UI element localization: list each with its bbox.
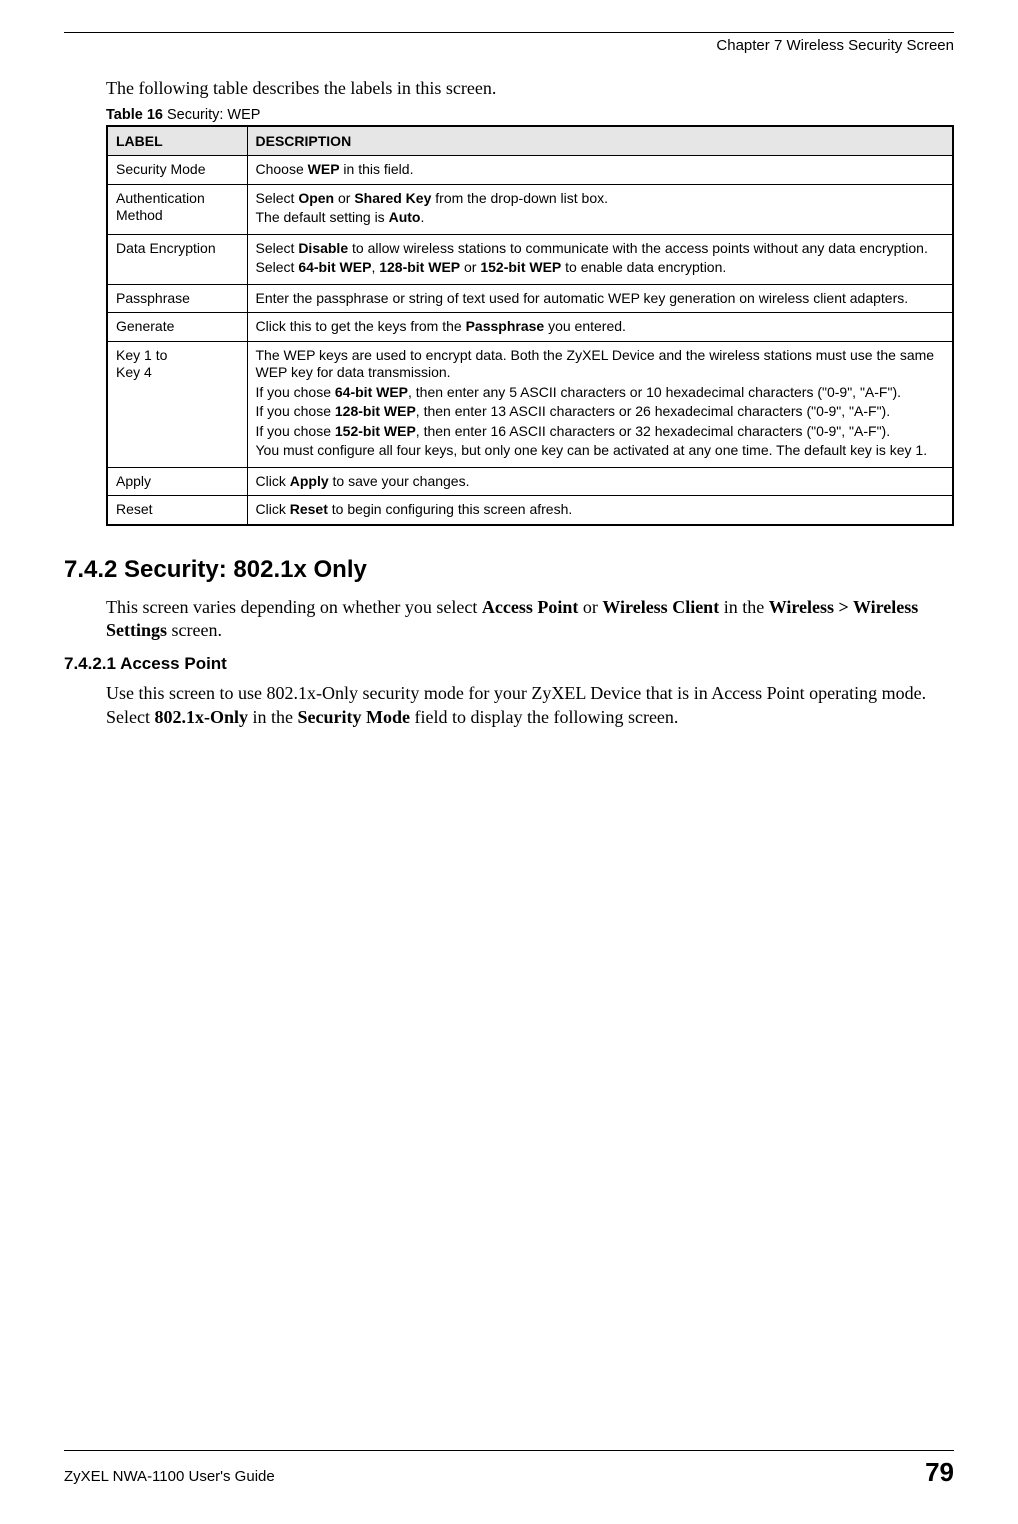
col-header-label: LABEL xyxy=(107,126,247,156)
page-footer: ZyXEL NWA-1100 User's Guide 79 xyxy=(64,1450,954,1488)
table-caption-title: Security: WEP xyxy=(163,107,261,123)
header-rule xyxy=(64,32,954,33)
row-desc-security-mode: Choose WEP in this field. xyxy=(247,156,953,185)
table-row: Key 1 to Key 4 The WEP keys are used to … xyxy=(107,341,953,467)
section-7421-paragraph: Use this screen to use 802.1x-Only secur… xyxy=(106,682,954,729)
section-742-paragraph: This screen varies depending on whether … xyxy=(106,596,954,643)
row-label-passphrase: Passphrase xyxy=(107,284,247,313)
table-caption: Table 16 Security: WEP xyxy=(106,107,954,123)
row-label-auth-method: Authentication Method xyxy=(107,184,247,234)
header-chapter-title: Chapter 7 Wireless Security Screen xyxy=(64,37,954,54)
row-desc-reset: Click Reset to begin configuring this sc… xyxy=(247,496,953,525)
row-label-keys: Key 1 to Key 4 xyxy=(107,341,247,467)
row-desc-passphrase: Enter the passphrase or string of text u… xyxy=(247,284,953,313)
row-label-generate: Generate xyxy=(107,313,247,342)
footer-rule xyxy=(64,1450,954,1451)
table-caption-prefix: Table 16 xyxy=(106,107,163,123)
footer-guide-name: ZyXEL NWA-1100 User's Guide xyxy=(64,1468,275,1485)
section-heading-742: 7.4.2 Security: 802.1x Only xyxy=(64,556,954,584)
table-row: Security Mode Choose WEP in this field. xyxy=(107,156,953,185)
footer-page-number: 79 xyxy=(925,1457,954,1488)
table-row: Authentication Method Select Open or Sha… xyxy=(107,184,953,234)
table-row: Data Encryption Select Disable to allow … xyxy=(107,234,953,284)
table-row: Apply Click Apply to save your changes. xyxy=(107,467,953,496)
security-wep-table: LABEL DESCRIPTION Security Mode Choose W… xyxy=(106,125,954,526)
row-desc-generate: Click this to get the keys from the Pass… xyxy=(247,313,953,342)
row-label-reset: Reset xyxy=(107,496,247,525)
section-heading-7421: 7.4.2.1 Access Point xyxy=(64,654,954,674)
row-desc-apply: Click Apply to save your changes. xyxy=(247,467,953,496)
table-row: Reset Click Reset to begin configuring t… xyxy=(107,496,953,525)
row-label-security-mode: Security Mode xyxy=(107,156,247,185)
row-desc-auth-method: Select Open or Shared Key from the drop-… xyxy=(247,184,953,234)
table-row: Passphrase Enter the passphrase or strin… xyxy=(107,284,953,313)
page-container: Chapter 7 Wireless Security Screen The f… xyxy=(0,0,1018,1524)
row-desc-data-encryption: Select Disable to allow wireless station… xyxy=(247,234,953,284)
table-row: Generate Click this to get the keys from… xyxy=(107,313,953,342)
intro-paragraph: The following table describes the labels… xyxy=(106,78,954,99)
row-label-data-encryption: Data Encryption xyxy=(107,234,247,284)
row-desc-keys: The WEP keys are used to encrypt data. B… xyxy=(247,341,953,467)
col-header-description: DESCRIPTION xyxy=(247,126,953,156)
row-label-apply: Apply xyxy=(107,467,247,496)
table-header-row: LABEL DESCRIPTION xyxy=(107,126,953,156)
